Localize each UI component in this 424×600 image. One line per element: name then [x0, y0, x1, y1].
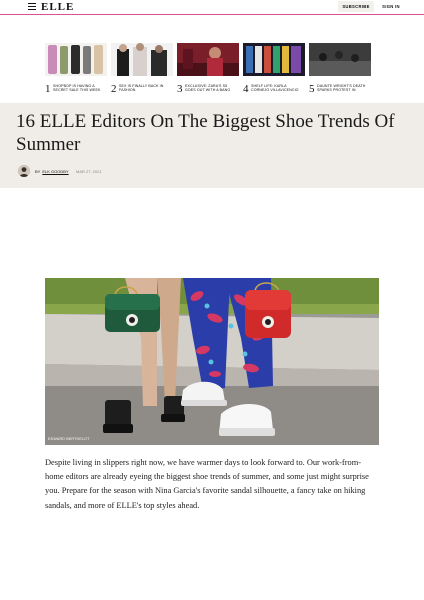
- elle-logo[interactable]: ELLE: [41, 0, 74, 14]
- trending-headline[interactable]: DAUNTE WRIGHT'S DEATH SPARKS PROTEST IN …: [317, 84, 371, 93]
- trending-thumbnail[interactable]: [309, 43, 371, 76]
- trending-headline[interactable]: SEX IS FINALLY BACK IN FASHION: [119, 84, 173, 93]
- subscribe-button[interactable]: SUBSCRIBE: [338, 1, 374, 12]
- by-prefix: BY: [35, 169, 41, 174]
- trending-thumbnail[interactable]: [243, 43, 305, 76]
- trending-item-5[interactable]: 5 DAUNTE WRIGHT'S DEATH SPARKS PROTEST I…: [309, 43, 371, 95]
- trending-number: 5: [309, 83, 315, 95]
- hero-image: [45, 278, 379, 445]
- article-intro: Despite living in slippers right now, we…: [45, 458, 369, 510]
- site-header: ELLE SUBSCRIBE SIGN IN: [0, 0, 424, 15]
- trending-number: 3: [177, 83, 183, 95]
- trending-number: 2: [111, 83, 117, 95]
- hamburger-menu-icon[interactable]: [28, 3, 36, 10]
- trending-headline[interactable]: EXCLUSIVE: ZARA'S S5 GOES OUT WITH A BAN…: [185, 84, 239, 93]
- trending-thumbnail[interactable]: [45, 43, 107, 76]
- trending-number: 4: [243, 83, 249, 95]
- trending-thumbnail[interactable]: [177, 43, 239, 76]
- hero-photo: [45, 278, 379, 445]
- trending-item-4[interactable]: 4 SHELF LIFE: KARLA CORNEJO VILLAVICENCI…: [243, 43, 305, 95]
- trending-number: 1: [45, 83, 51, 95]
- author-link[interactable]: ELK GOODBY: [42, 169, 68, 174]
- sign-in-button[interactable]: SIGN IN: [374, 1, 408, 12]
- author-line: BY ELK GOODBY: [35, 169, 69, 174]
- article-title: 16 ELLE Editors On The Biggest Shoe Tren…: [16, 111, 395, 155]
- trending-headline[interactable]: SHOPBOP IS HAVING A SECRET SALE THIS WEE…: [53, 84, 107, 93]
- author-avatar[interactable]: [18, 165, 30, 177]
- trending-headline[interactable]: SHELF LIFE: KARLA CORNEJO VILLAVICENCIO: [251, 84, 305, 93]
- trending-item-3[interactable]: 3 EXCLUSIVE: ZARA'S S5 GOES OUT WITH A B…: [177, 43, 239, 95]
- publish-date: MAR 27, 2021: [76, 169, 102, 174]
- trending-thumbnail[interactable]: [111, 43, 173, 76]
- image-credit: EDWARD BERTHELOT: [48, 437, 90, 441]
- trending-item-1[interactable]: 1 SHOPBOP IS HAVING A SECRET SALE THIS W…: [45, 43, 107, 95]
- trending-item-2[interactable]: 2 SEX IS FINALLY BACK IN FASHION: [111, 43, 173, 95]
